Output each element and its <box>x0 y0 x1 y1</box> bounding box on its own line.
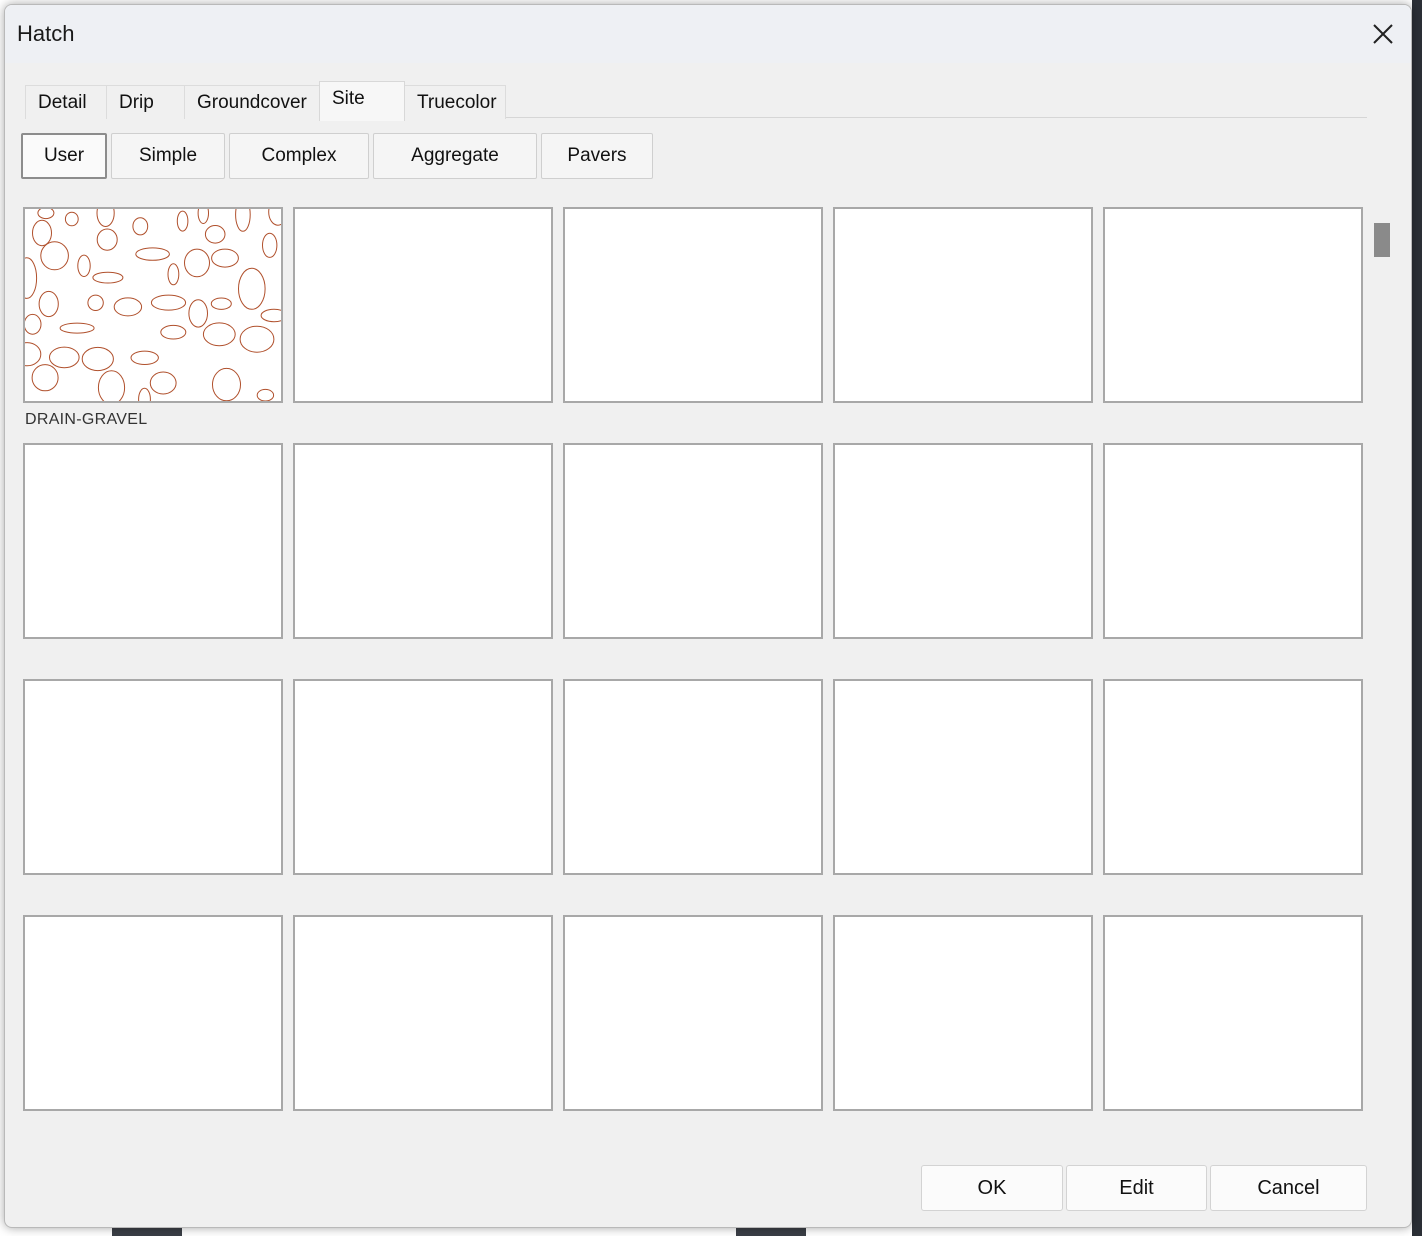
gravel-stone <box>235 197 251 232</box>
hatch-pattern-grid: DRAIN-GRAVEL <box>13 191 1367 1143</box>
gravel-stone <box>40 241 69 271</box>
gravel-stone <box>238 267 266 310</box>
tab-groundcover[interactable]: Groundcover <box>184 85 320 119</box>
pavers-button[interactable]: Pavers <box>541 133 653 179</box>
gravel-stone <box>239 325 275 353</box>
hatch-tile[interactable] <box>1103 679 1363 875</box>
gravel-stone <box>23 313 42 335</box>
hatch-tile[interactable] <box>293 679 553 875</box>
gravel-stone <box>260 308 288 323</box>
gravel-stone <box>262 232 278 258</box>
gravel-stone <box>256 388 275 402</box>
gravel-stone <box>64 211 79 227</box>
tab-truecolor[interactable]: Truecolor <box>404 85 506 119</box>
gravel-stone <box>135 247 170 261</box>
gravel-stone <box>87 294 104 312</box>
close-button[interactable] <box>1363 15 1403 53</box>
scrollbar-thumb[interactable] <box>1374 223 1390 257</box>
gravel-stone <box>138 387 151 411</box>
gravel-stone <box>96 228 118 251</box>
tab-drip[interactable]: Drip <box>106 85 185 119</box>
hatch-tile[interactable] <box>23 443 283 639</box>
gravel-stone <box>96 199 115 227</box>
close-icon <box>1373 24 1393 44</box>
gravel-stone <box>132 217 149 236</box>
simple-button[interactable]: Simple <box>111 133 225 179</box>
gravel-stone <box>130 350 159 366</box>
gravel-stone <box>92 271 124 284</box>
hatch-tile[interactable] <box>293 207 553 403</box>
gravel-stone <box>167 263 180 286</box>
gravel-stone <box>204 225 226 244</box>
gravel-stone <box>176 210 189 232</box>
gravel-stone <box>38 290 59 318</box>
gravel-stone <box>59 322 95 334</box>
hatch-tile[interactable] <box>1103 207 1363 403</box>
gravel-stone <box>149 371 177 395</box>
hatch-tile[interactable] <box>563 679 823 875</box>
gravel-stone <box>97 370 126 405</box>
gravel-stone <box>13 342 42 367</box>
hatch-tile[interactable] <box>1103 915 1363 1111</box>
tab-strip: Detail Drip Groundcover Site Truecolor <box>25 81 506 121</box>
hatch-tile[interactable] <box>833 443 1093 639</box>
hatch-tile[interactable] <box>293 443 553 639</box>
hatch-tile[interactable] <box>13 197 288 411</box>
hatch-tile[interactable] <box>563 207 823 403</box>
gravel-stone <box>197 202 210 224</box>
gravel-stone <box>184 248 210 278</box>
gravel-stone <box>81 346 114 372</box>
hatch-tile[interactable] <box>833 915 1093 1111</box>
gravel-stone <box>202 322 236 347</box>
gravel-stone <box>210 297 232 310</box>
tab-site[interactable]: Site <box>319 81 405 121</box>
hatch-tile[interactable] <box>833 207 1093 403</box>
gravel-pattern-preview <box>13 197 288 411</box>
cancel-button[interactable]: Cancel <box>1210 1165 1367 1211</box>
edit-button[interactable]: Edit <box>1066 1165 1207 1211</box>
category-buttons: User Simple Complex Aggregate Pavers <box>21 133 653 179</box>
dialog-actions: OK Edit Cancel <box>921 1165 1367 1211</box>
aggregate-button[interactable]: Aggregate <box>373 133 537 179</box>
hatch-tile[interactable] <box>23 915 283 1111</box>
gravel-stone <box>77 254 91 277</box>
hatch-dialog: Hatch Detail Drip Groundcover Site Truec… <box>4 4 1412 1228</box>
hatch-tile[interactable] <box>563 443 823 639</box>
gravel-stone <box>150 294 187 311</box>
gravel-stone <box>113 297 143 317</box>
gravel-stone <box>160 324 187 340</box>
gravel-stone <box>31 364 59 392</box>
hatch-tile-label: DRAIN-GRAVEL <box>25 411 148 428</box>
dialog-title: Hatch <box>17 21 75 46</box>
title-bar: Hatch <box>5 5 1411 63</box>
tab-detail[interactable]: Detail <box>25 85 107 119</box>
gravel-stone <box>211 248 239 268</box>
hatch-tile[interactable] <box>1103 443 1363 639</box>
hatch-tile[interactable] <box>563 915 823 1111</box>
hatch-tile[interactable] <box>293 915 553 1111</box>
complex-button[interactable]: Complex <box>229 133 369 179</box>
user-button[interactable]: User <box>21 133 107 179</box>
hatch-tile[interactable] <box>23 679 283 875</box>
gravel-stone <box>268 198 288 226</box>
gravel-stone <box>212 367 241 402</box>
gravel-stone <box>37 206 55 220</box>
background-edge <box>1412 0 1422 1236</box>
hatch-tile[interactable] <box>833 679 1093 875</box>
gravel-stone <box>16 257 38 299</box>
gravel-stone <box>188 299 208 328</box>
gravel-stone <box>49 346 80 369</box>
gravel-stone <box>32 219 52 247</box>
ok-button[interactable]: OK <box>921 1165 1063 1211</box>
